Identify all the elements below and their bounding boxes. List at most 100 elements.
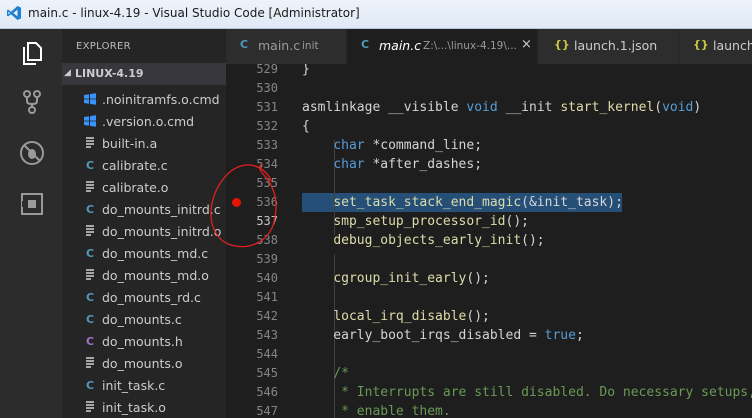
- c-file-icon: C: [85, 247, 95, 260]
- code-line: char *after_dashes;: [333, 157, 483, 172]
- line-number: 540: [256, 271, 278, 285]
- file-item[interactable]: do_mounts_md.o: [62, 266, 226, 288]
- code-line: {: [302, 119, 310, 134]
- file-item[interactable]: .version.o.cmd: [62, 112, 226, 134]
- c-file-icon: C: [85, 379, 95, 392]
- line-number: 530: [256, 81, 278, 95]
- line-number: 535: [256, 176, 278, 190]
- c-file-icon: C: [85, 313, 95, 326]
- line-number: 541: [256, 290, 278, 304]
- tab-label: launch.1.json: [574, 38, 658, 53]
- breakpoint-icon[interactable]: [232, 198, 241, 207]
- tab-main-c-init[interactable]: C main.c init: [226, 29, 347, 64]
- tab-label: main.c: [379, 38, 422, 53]
- file-name: init_task.c: [102, 378, 166, 393]
- line-number: 529: [256, 64, 278, 76]
- extensions-icon[interactable]: [19, 191, 45, 217]
- c-file-icon: C: [85, 203, 95, 216]
- file-name: .version.o.cmd: [102, 114, 195, 129]
- file-name: calibrate.o: [102, 180, 169, 195]
- file-name: do_mounts_rd.c: [102, 290, 201, 305]
- generic-file-icon: [84, 401, 96, 415]
- code-line: cgroup_init_early();: [333, 271, 490, 286]
- generic-file-icon: [84, 269, 96, 283]
- file-item[interactable]: do_mounts_initrd.o: [62, 222, 226, 244]
- file-name: calibrate.c: [102, 158, 168, 173]
- file-item[interactable]: Cinit_task.c: [62, 376, 226, 398]
- tab-label: launch.js: [713, 38, 752, 53]
- file-name: init_task.o: [102, 400, 166, 415]
- code-editor[interactable]: 529 530 531 532 533 534 535 536 537 538 539 540 541 5…: [226, 64, 752, 418]
- line-number: 538: [256, 233, 278, 247]
- file-name: do_mounts.c: [102, 312, 182, 327]
- line-number: 542: [256, 309, 278, 323]
- debug-icon[interactable]: [19, 140, 45, 166]
- code-line: local_irq_disable();: [333, 309, 490, 324]
- file-name: do_mounts_initrd.c: [102, 202, 221, 217]
- line-number: 546: [256, 385, 278, 399]
- file-item[interactable]: Cdo_mounts.h: [62, 332, 226, 354]
- c-file-icon: C: [85, 159, 95, 172]
- window-title: main.c - linux-4.19 - Visual Studio Code…: [28, 6, 360, 20]
- file-item[interactable]: calibrate.o: [62, 178, 226, 200]
- code-line: char *command_line;: [333, 138, 483, 153]
- line-number: 533: [256, 138, 278, 152]
- tab-main-c-active[interactable]: C main.c Z:\...\linux-4.19\... ×: [347, 29, 538, 64]
- c-file-icon: C: [85, 291, 95, 304]
- explorer-sidebar: EXPLORER ◢ LINUX-4.19 .noinitramfs.o.cmd…: [62, 29, 226, 418]
- code-line: * enable them.: [333, 404, 451, 418]
- file-item[interactable]: Cdo_mounts.c: [62, 310, 226, 332]
- file-item[interactable]: Cdo_mounts_rd.c: [62, 288, 226, 310]
- file-item[interactable]: Ccalibrate.c: [62, 156, 226, 178]
- tab-description: Z:\...\linux-4.19\...: [423, 40, 517, 52]
- code-line: }: [302, 64, 310, 77]
- close-icon[interactable]: ×: [521, 37, 532, 52]
- line-number: 534: [256, 157, 278, 171]
- c-file-icon: C: [240, 38, 249, 51]
- vscode-logo-icon: [7, 6, 21, 20]
- editor-tab-bar: C main.c init C main.c Z:\...\linux-4.19…: [226, 29, 752, 64]
- generic-file-icon: [84, 225, 96, 239]
- code-line: asmlinkage __visible void __init start_k…: [302, 100, 702, 115]
- code-line: early_boot_irqs_disabled = true;: [302, 328, 584, 343]
- h-file-icon: C: [85, 335, 95, 348]
- code-area[interactable]: } asmlinkage __visible void __init start_…: [302, 64, 752, 418]
- explorer-header: EXPLORER: [76, 41, 131, 52]
- line-number: 544: [256, 347, 278, 361]
- generic-file-icon: [84, 357, 96, 371]
- code-line: /*: [333, 366, 349, 381]
- file-name: built-in.a: [102, 136, 158, 151]
- file-name: do_mounts_initrd.o: [102, 224, 222, 239]
- folder-name: LINUX-4.19: [75, 67, 144, 80]
- line-number: 531: [256, 100, 278, 114]
- activity-bar: [0, 29, 62, 418]
- c-file-icon: C: [361, 38, 370, 51]
- file-item[interactable]: .noinitramfs.o.cmd: [62, 90, 226, 112]
- tab-launch-js[interactable]: {} launch.js: [679, 29, 752, 64]
- generic-file-icon: [84, 137, 96, 151]
- file-name: do_mounts.o: [102, 356, 183, 371]
- line-number: 547: [256, 404, 278, 418]
- line-number-gutter[interactable]: 529 530 531 532 533 534 535 536 537 538 539 540 541 5…: [226, 64, 282, 418]
- file-item[interactable]: built-in.a: [62, 134, 226, 156]
- folder-root[interactable]: ◢ LINUX-4.19: [62, 63, 226, 85]
- code-line: smp_setup_processor_id();: [333, 214, 529, 229]
- tab-label: main.c: [258, 38, 301, 53]
- file-item[interactable]: Cdo_mounts_md.c: [62, 244, 226, 266]
- line-number: 545: [256, 366, 278, 380]
- tab-launch-1-json[interactable]: {} launch.1.json: [538, 29, 679, 64]
- code-line: * Interrupts are still disabled. Do nece…: [333, 385, 752, 400]
- line-number: 543: [256, 328, 278, 342]
- json-file-icon: {}: [554, 38, 570, 51]
- code-line: set_task_stack_end_magic(&init_task);: [333, 195, 623, 210]
- file-item[interactable]: init_task.o: [62, 398, 226, 418]
- files-icon[interactable]: [19, 40, 45, 66]
- chevron-down-icon: ◢: [64, 68, 71, 78]
- generic-file-icon: [84, 181, 96, 195]
- file-item[interactable]: do_mounts.o: [62, 354, 226, 376]
- file-item[interactable]: Cdo_mounts_initrd.c: [62, 200, 226, 222]
- source-control-icon[interactable]: [19, 89, 45, 115]
- file-name: do_mounts_md.c: [102, 246, 209, 261]
- json-file-icon: {}: [693, 38, 709, 51]
- line-number: 539: [256, 252, 278, 266]
